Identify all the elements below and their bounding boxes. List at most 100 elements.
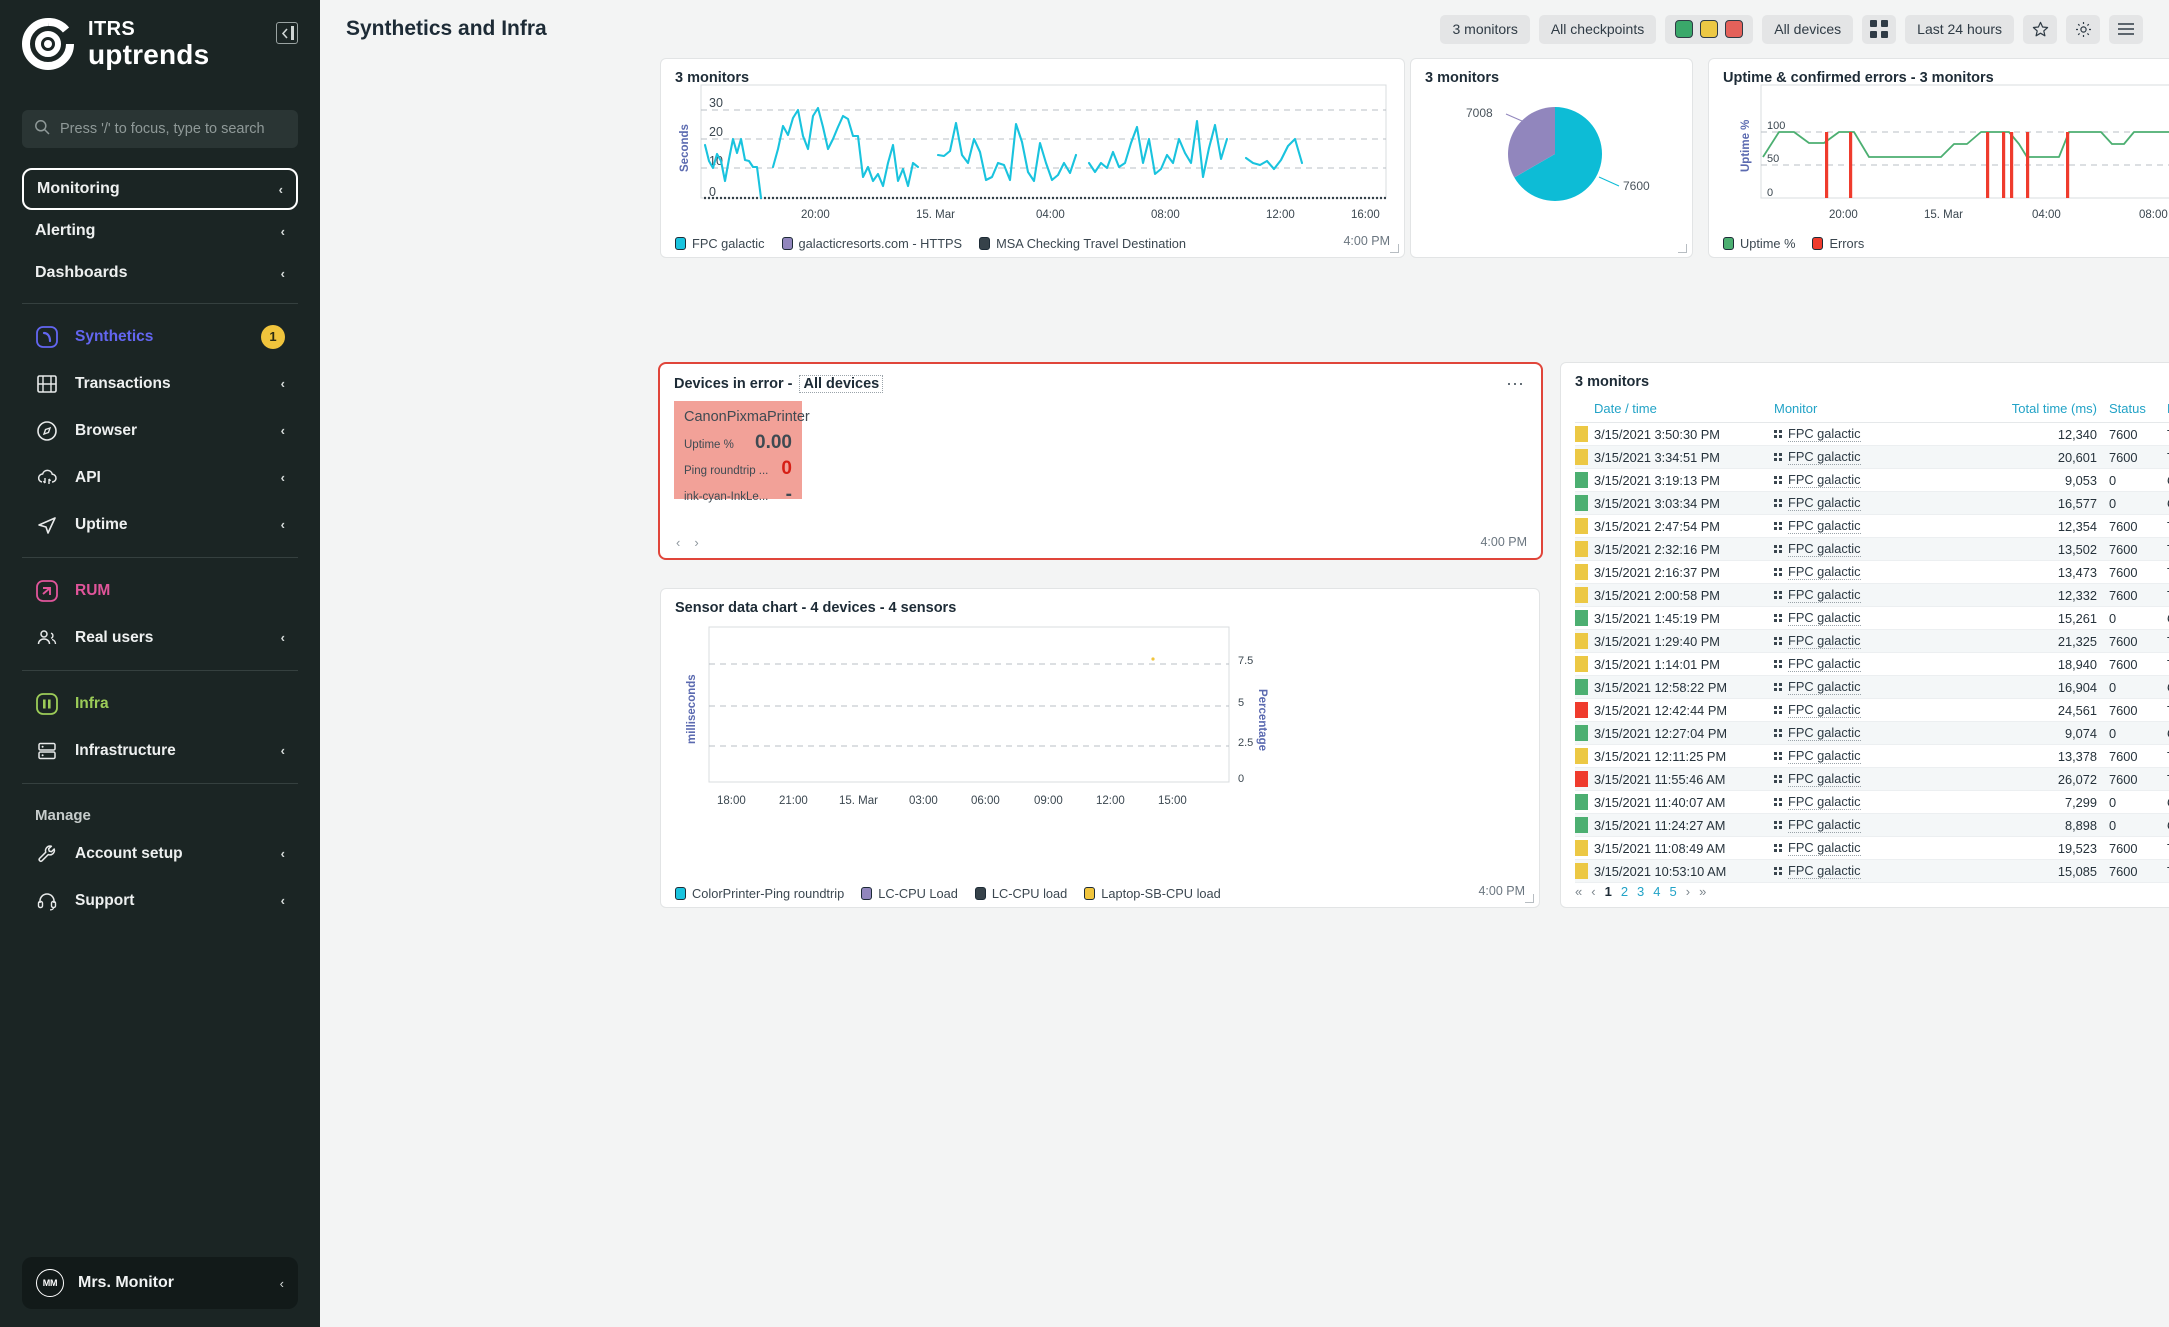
table-row[interactable]: 3/15/2021 11:55:46 AM FPC galactic 26,072 7…: [1575, 767, 2169, 791]
table-row[interactable]: 3/15/2021 3:34:51 PM FPC galactic 20,601 76…: [1575, 445, 2169, 469]
resize-handle[interactable]: [1525, 894, 1534, 903]
cell-monitor[interactable]: FPC galactic: [1768, 675, 1983, 699]
sensor-data-chart[interactable]: 7.5 5 2.5 0 milliseconds Percentage 18:0…: [661, 609, 1540, 874]
table-row[interactable]: 3/15/2021 11:08:49 AM FPC galactic 19,523 7…: [1575, 836, 2169, 860]
sidebar-item-dashboards[interactable]: Dashboards ‹: [22, 252, 298, 294]
pagination-page-1[interactable]: 1: [1605, 884, 1612, 899]
sidebar-item-real-users[interactable]: Real users ‹: [22, 614, 298, 661]
drag-handle-icon[interactable]: [1774, 683, 1782, 691]
table-row[interactable]: 3/15/2021 12:42:44 PM FPC galactic 24,561 7…: [1575, 698, 2169, 722]
sidebar-collapse-button[interactable]: [276, 22, 298, 44]
sidebar-item-monitoring[interactable]: Monitoring ‹: [22, 168, 298, 210]
cell-monitor[interactable]: FPC galactic: [1768, 537, 1983, 561]
drag-handle-icon[interactable]: [1774, 614, 1782, 622]
response-time-chart[interactable]: 30 20 10 0 20:00 15. Mar 04:00 08:00 12:…: [661, 77, 1405, 237]
pagination-page-3[interactable]: 3: [1637, 884, 1644, 899]
table-row[interactable]: 3/15/2021 1:14:01 PM FPC galactic 18,940 76…: [1575, 652, 2169, 676]
drag-handle-icon[interactable]: [1774, 430, 1782, 438]
pagination-page-2[interactable]: 2: [1621, 884, 1628, 899]
drag-handle-icon[interactable]: [1774, 522, 1782, 530]
sidebar-item-account-setup[interactable]: Account setup ‹: [22, 830, 298, 877]
sidebar-item-transactions[interactable]: Transactions ‹: [22, 360, 298, 407]
resize-handle[interactable]: [1390, 244, 1399, 253]
drag-handle-icon[interactable]: [1774, 729, 1782, 737]
cell-monitor[interactable]: FPC galactic: [1768, 721, 1983, 745]
table-row[interactable]: 3/15/2021 3:03:34 PM FPC galactic 16,5770O…: [1575, 491, 2169, 515]
table-row[interactable]: 3/15/2021 3:50:30 PM FPC galactic 12,340 76…: [1575, 422, 2169, 446]
drag-handle-icon[interactable]: [1774, 637, 1782, 645]
status-swatch-warning[interactable]: [1700, 20, 1719, 38]
column-header-status[interactable]: Status: [2103, 398, 2161, 423]
cell-monitor[interactable]: FPC galactic: [1768, 583, 1983, 607]
carousel-prev-icon[interactable]: ‹: [676, 535, 680, 550]
table-row[interactable]: 3/15/2021 2:32:16 PM FPC galactic 13,502 76…: [1575, 537, 2169, 561]
pagination-page-5[interactable]: 5: [1670, 884, 1677, 899]
sidebar-item-synthetics[interactable]: Synthetics 1: [22, 313, 298, 360]
cell-monitor[interactable]: FPC galactic: [1768, 560, 1983, 584]
gear-icon[interactable]: [2066, 14, 2100, 44]
drag-handle-icon[interactable]: [1774, 867, 1782, 875]
drag-handle-icon[interactable]: [1774, 545, 1782, 553]
table-row[interactable]: 3/15/2021 2:47:54 PM FPC galactic 12,354 76…: [1575, 514, 2169, 538]
cell-monitor[interactable]: FPC galactic: [1768, 514, 1983, 538]
pagination-next[interactable]: ›: [1686, 884, 1690, 899]
search-input[interactable]: Press '/' to focus, type to search: [22, 110, 298, 148]
monitors-filter[interactable]: 3 monitors: [1440, 14, 1530, 44]
legend-item[interactable]: LC-CPU Load: [861, 886, 958, 901]
status-filter[interactable]: [1665, 14, 1754, 44]
star-icon[interactable]: [2023, 14, 2057, 44]
user-menu[interactable]: MM Mrs. Monitor ‹: [22, 1257, 298, 1309]
ellipsis-icon[interactable]: ⋯: [1506, 374, 1525, 395]
legend-item[interactable]: MSA Checking Travel Destination: [979, 236, 1186, 251]
table-row[interactable]: 3/15/2021 10:53:10 AM FPC galactic 15,085 7…: [1575, 859, 2169, 883]
legend-item[interactable]: ColorPrinter-Ping roundtrip: [675, 886, 844, 901]
sidebar-item-api[interactable]: API ‹: [22, 454, 298, 501]
cell-monitor[interactable]: FPC galactic: [1768, 629, 1983, 653]
devices-filter[interactable]: All devices: [1762, 14, 1854, 44]
cell-monitor[interactable]: FPC galactic: [1768, 698, 1983, 722]
pagination-prev[interactable]: ‹: [1591, 884, 1595, 899]
cell-monitor[interactable]: FPC galactic: [1768, 468, 1983, 492]
brand[interactable]: ITRS uptrends: [0, 0, 320, 70]
column-header-description[interactable]: Description: [2161, 398, 2169, 423]
drag-handle-icon[interactable]: [1774, 453, 1782, 461]
devices-selector[interactable]: All devices: [799, 375, 884, 393]
table-row[interactable]: 3/15/2021 1:29:40 PM FPC galactic 21,325 76…: [1575, 629, 2169, 653]
cell-monitor[interactable]: FPC galactic: [1768, 422, 1983, 446]
hamburger-menu-icon[interactable]: [2109, 14, 2143, 44]
sidebar-item-infrastructure[interactable]: Infrastructure ‹: [22, 727, 298, 774]
cell-monitor[interactable]: FPC galactic: [1768, 744, 1983, 768]
pagination-first[interactable]: «: [1575, 884, 1582, 899]
legend-item[interactable]: Laptop-SB-CPU load: [1084, 886, 1221, 901]
status-swatch-error[interactable]: [1725, 20, 1744, 38]
table-row[interactable]: 3/15/2021 1:45:19 PM FPC galactic 15,2610O…: [1575, 606, 2169, 630]
cell-monitor[interactable]: FPC galactic: [1768, 813, 1983, 837]
table-row[interactable]: 3/15/2021 12:11:25 PM FPC galactic 13,378 7…: [1575, 744, 2169, 768]
sidebar-item-alerting[interactable]: Alerting ‹: [22, 210, 298, 252]
legend-item[interactable]: Uptime %: [1723, 236, 1795, 251]
drag-handle-icon[interactable]: [1774, 568, 1782, 576]
period-filter[interactable]: Last 24 hours: [1905, 14, 2014, 44]
table-row[interactable]: 3/15/2021 11:40:07 AM FPC galactic 7,2990O…: [1575, 790, 2169, 814]
pagination-page-4[interactable]: 4: [1653, 884, 1660, 899]
drag-handle-icon[interactable]: [1774, 844, 1782, 852]
cell-monitor[interactable]: FPC galactic: [1768, 790, 1983, 814]
cell-monitor[interactable]: FPC galactic: [1768, 859, 1983, 883]
legend-item[interactable]: Errors: [1812, 236, 1864, 251]
table-row[interactable]: 3/15/2021 2:00:58 PM FPC galactic 12,332 76…: [1575, 583, 2169, 607]
pagination-last[interactable]: »: [1699, 884, 1706, 899]
cell-monitor[interactable]: FPC galactic: [1768, 836, 1983, 860]
resize-handle[interactable]: [1678, 244, 1687, 253]
grid-icon[interactable]: [1862, 14, 1897, 44]
drag-handle-icon[interactable]: [1774, 821, 1782, 829]
drag-handle-icon[interactable]: [1774, 798, 1782, 806]
drag-handle-icon[interactable]: [1774, 476, 1782, 484]
table-row[interactable]: 3/15/2021 11:24:27 AM FPC galactic 8,8980O…: [1575, 813, 2169, 837]
column-header-datetime[interactable]: Date / time: [1588, 398, 1768, 423]
carousel-next-icon[interactable]: ›: [694, 535, 698, 550]
column-header-total-time[interactable]: Total time (ms): [1983, 398, 2103, 423]
device-error-tile[interactable]: CanonPixmaPrinter Uptime % 0.00 Ping rou…: [674, 401, 810, 505]
cell-monitor[interactable]: FPC galactic: [1768, 767, 1983, 791]
sidebar-item-infra[interactable]: Infra: [22, 680, 298, 727]
cell-monitor[interactable]: FPC galactic: [1768, 652, 1983, 676]
